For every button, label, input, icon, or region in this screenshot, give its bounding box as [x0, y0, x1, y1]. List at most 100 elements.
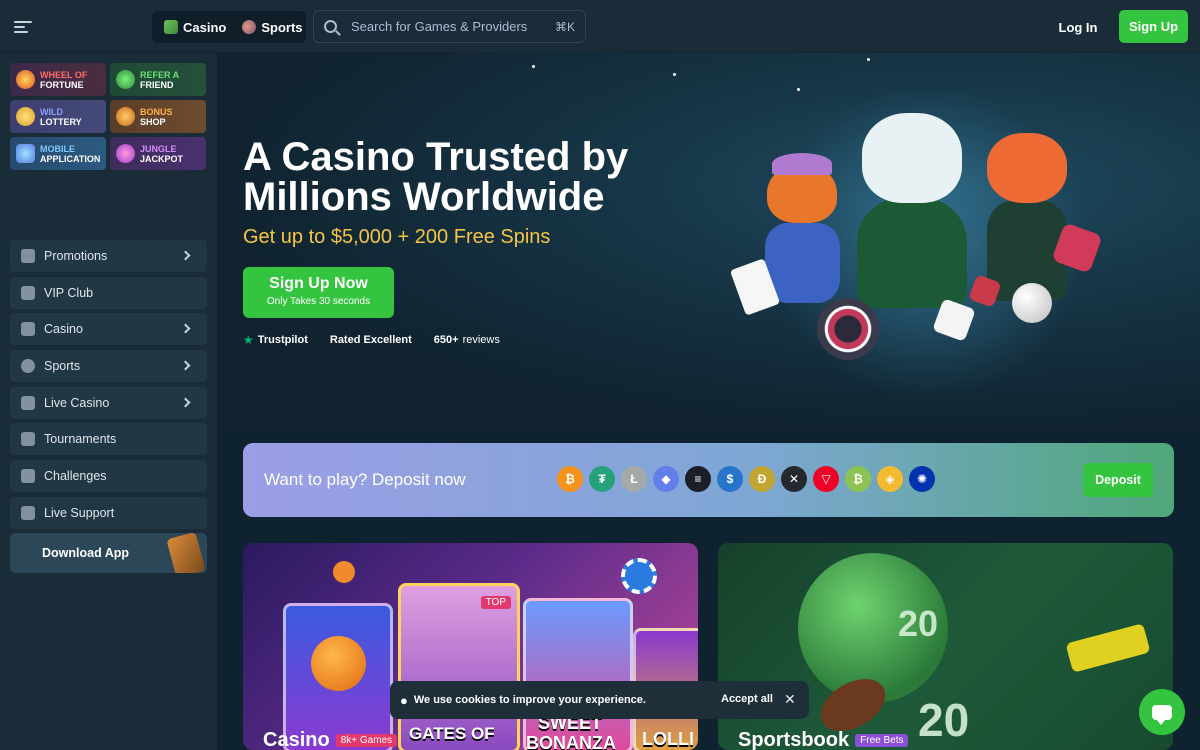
- litecoin-icon: Ł: [621, 466, 647, 492]
- sidebar-item-vip-club[interactable]: VIP Club: [10, 276, 207, 309]
- sidebar-item-label: Promotions: [44, 249, 108, 263]
- casino-icon: [164, 20, 178, 34]
- signup-button[interactable]: Sign Up: [1119, 10, 1188, 43]
- signup-now-button[interactable]: Sign Up Now Only Takes 30 seconds: [243, 267, 394, 318]
- chevron-right-icon: [180, 250, 191, 261]
- bnb-icon: ◈: [877, 466, 903, 492]
- games-count-badge: 8k+ Games: [335, 734, 398, 747]
- crown-icon: [21, 285, 35, 300]
- game-tile-sweet-bonanza: SWEET BONANZA: [523, 598, 633, 750]
- ethereum-icon: ◆: [653, 466, 679, 492]
- deposit-prompt: Want to play? Deposit now: [264, 470, 466, 489]
- search-input[interactable]: [351, 19, 555, 34]
- promo-wild-lottery[interactable]: Wild Lottery: [10, 100, 106, 133]
- menu-toggle-icon[interactable]: [14, 18, 32, 34]
- promo-label: Shop: [140, 116, 166, 127]
- sidebar-item-challenges[interactable]: Challenges: [10, 460, 207, 493]
- sidebar-item-label: Challenges: [44, 469, 107, 484]
- promo-label: Mobile: [40, 143, 75, 154]
- hero-title: A Casino Trusted by Millions Worldwide: [243, 135, 629, 219]
- trustpilot-reviews-count: 650+: [433, 334, 459, 346]
- wheel-icon: [16, 70, 35, 89]
- hero-mascot-illustration: [727, 103, 1117, 403]
- sidebar-item-sports[interactable]: Sports: [10, 350, 207, 383]
- promo-label: Wild: [40, 106, 63, 117]
- tab-sports-label: Sports: [261, 19, 303, 35]
- bitcoin-icon: ₿: [557, 466, 583, 492]
- top-bar: Casino Sports ⌘K Log In Sign Up: [0, 0, 1200, 53]
- accept-cookies-button[interactable]: Accept all: [721, 693, 773, 705]
- gift-icon: [21, 249, 35, 263]
- tron-icon: ▽: [813, 466, 839, 492]
- tether-icon: ₮: [589, 466, 615, 492]
- game-title: GATES OF: [409, 724, 495, 743]
- promo-label: Bonus: [140, 106, 173, 117]
- bitcoin-cash-icon: ₿: [845, 466, 871, 492]
- promo-label: Friend: [140, 79, 174, 90]
- sidebar-item-live-support[interactable]: Live Support: [10, 496, 207, 529]
- tiger-mascot-icon: [982, 133, 1072, 303]
- orange-icon: [311, 636, 366, 691]
- sidebar-item-live-casino[interactable]: Live Casino: [10, 386, 207, 419]
- game-title: LOLLI: [642, 729, 694, 749]
- promo-mobile-application[interactable]: Mobile Application: [10, 137, 106, 170]
- wolf-mascot-icon: [852, 113, 972, 313]
- main-content: A Casino Trusted by Millions Worldwide G…: [217, 53, 1200, 750]
- tab-sports[interactable]: Sports: [234, 14, 310, 40]
- promo-bonus-shop[interactable]: Bonus Shop: [110, 100, 206, 133]
- search-icon: [324, 20, 337, 33]
- category-title: Casino: [263, 729, 330, 750]
- sidebar-item-casino[interactable]: Casino: [10, 313, 207, 346]
- sidebar-item-label: Live Support: [44, 505, 115, 520]
- promo-label: Wheel of: [40, 69, 88, 80]
- tab-casino[interactable]: Casino: [156, 14, 235, 40]
- trustpilot-reviews-word: reviews: [462, 334, 500, 346]
- phone-icon: [16, 144, 35, 163]
- trustpilot-star-icon: ★: [243, 333, 254, 347]
- live-chat-button[interactable]: [1139, 689, 1185, 735]
- sidebar-item-label: Sports: [44, 359, 81, 374]
- sportsbook-category-label: Sportsbook Free Bets: [738, 729, 909, 750]
- swords-icon: [21, 469, 35, 484]
- close-icon[interactable]: ✕: [784, 691, 796, 708]
- chat-icon: [1152, 704, 1172, 725]
- sidebar-item-tournaments[interactable]: Tournaments: [10, 423, 207, 456]
- download-app-label: Download App: [42, 546, 130, 560]
- promo-jungle-jackpot[interactable]: Jungle Jackpot: [110, 137, 206, 170]
- sparkle-icon: [867, 58, 870, 61]
- game-title: BONANZA: [526, 733, 616, 750]
- promo-refer-a-friend[interactable]: Refer a Friend: [110, 63, 206, 96]
- sidebar-item-label: Tournaments: [44, 432, 117, 447]
- top-badge: TOP: [480, 596, 511, 609]
- promo-label: Jungle: [140, 143, 177, 154]
- phone-icon: [166, 533, 206, 573]
- chevron-right-icon: [180, 323, 191, 334]
- deposit-button[interactable]: Deposit: [1083, 463, 1153, 497]
- promo-wheel-of-fortune[interactable]: Wheel of Fortune: [10, 63, 106, 96]
- support-icon: [21, 505, 35, 520]
- section-switcher: Casino Sports: [152, 11, 306, 43]
- promo-grid: Wheel of Fortune Refer a Friend Wild Lotter…: [10, 63, 207, 170]
- cookie-banner: ● We use cookies to improve your experie…: [390, 681, 809, 719]
- game-tile-gates: TOP GATES OF: [398, 583, 520, 750]
- sparkle-icon: [673, 73, 676, 76]
- cardano-icon: ✺: [909, 466, 935, 492]
- sparkle-icon: [532, 65, 535, 68]
- football-icon: [239, 17, 259, 37]
- category-title: Sportsbook: [738, 729, 850, 750]
- jersey-number: 20: [898, 603, 939, 644]
- search-shortcut: ⌘K: [554, 19, 575, 34]
- megaphone-icon: [116, 70, 135, 89]
- xrp-icon: ✕: [781, 466, 807, 492]
- lottery-icon: [16, 107, 35, 126]
- ball-icon: [21, 359, 35, 374]
- search-box: ⌘K: [313, 10, 586, 43]
- promo-label: Lottery: [40, 116, 82, 127]
- sidebar-item-label: Casino: [44, 322, 83, 337]
- download-app-button[interactable]: Download App: [10, 533, 207, 573]
- login-button[interactable]: Log In: [1052, 11, 1104, 43]
- trustpilot-brand: Trustpilot: [257, 334, 308, 346]
- promo-label: Refer a: [140, 69, 180, 80]
- sidebar-item-promotions[interactable]: Promotions: [10, 240, 207, 272]
- chip-icon: [333, 561, 355, 583]
